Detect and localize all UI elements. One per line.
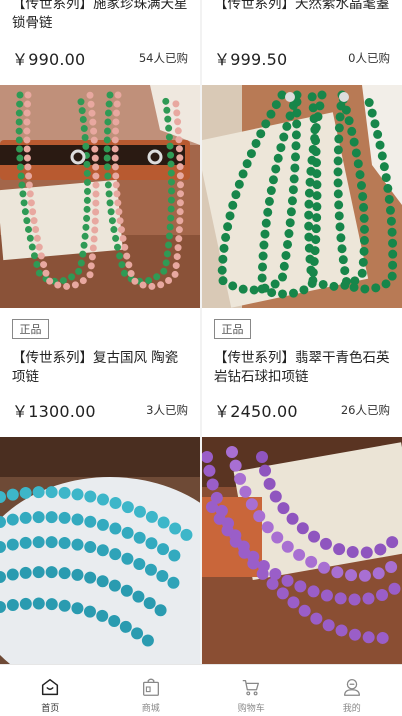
product-card[interactable]: 【传世系列】天然紫水晶耄耋 ￥999.50 0人已购 bbox=[202, 0, 402, 85]
product-title: 【传世系列】翡翠干青色石英岩钻石球扣项链 bbox=[214, 350, 390, 385]
tab-label: 我的 bbox=[342, 704, 361, 714]
product-title: 【传世系列】施家珍珠满天星锁骨链 bbox=[12, 0, 188, 31]
tab-cart[interactable]: 购物车 bbox=[201, 665, 302, 716]
sold-count: 54人已购 bbox=[138, 51, 188, 65]
sold-count: 3人已购 bbox=[146, 403, 188, 417]
amethyst-necklace-photo bbox=[202, 437, 402, 664]
product-card[interactable]: 正品 【传世系列】翡翠干青色石英岩钻石球扣项链 ￥2450.00 26人已购 bbox=[202, 308, 402, 437]
sold-count: 26人已购 bbox=[340, 403, 390, 417]
product-image[interactable] bbox=[202, 85, 402, 308]
tab-label: 商城 bbox=[141, 704, 160, 714]
tab-label: 购物车 bbox=[237, 704, 265, 714]
tab-label: 首页 bbox=[41, 704, 60, 714]
product-card[interactable]: 正品 【传世系列】复古国风 陶瓷项链 ￥1300.00 3人已购 bbox=[0, 308, 200, 437]
tab-home[interactable]: 首页 bbox=[0, 665, 101, 716]
product-price: ￥2450.00 bbox=[214, 402, 298, 421]
product-title: 【传世系列】天然紫水晶耄耋 bbox=[214, 0, 390, 12]
product-price: ￥990.00 bbox=[12, 50, 86, 69]
product-image[interactable] bbox=[202, 437, 402, 664]
home-icon bbox=[42, 678, 59, 696]
product-title: 【传世系列】复古国风 陶瓷项链 bbox=[12, 350, 179, 385]
product-price: ￥999.50 bbox=[214, 50, 288, 69]
bottom-tab-bar: 首页 商城 购物车 我的 bbox=[0, 664, 402, 716]
authentic-tag: 正品 bbox=[12, 319, 49, 339]
tab-shop[interactable]: 商城 bbox=[101, 665, 202, 716]
product-card[interactable]: 【传世系列】施家珍珠满天星锁骨链 ￥990.00 54人已购 bbox=[0, 0, 200, 85]
green-jade-necklace-photo bbox=[202, 85, 402, 308]
blue-bead-necklace-photo bbox=[0, 437, 200, 664]
product-price: ￥1300.00 bbox=[12, 402, 96, 421]
product-image[interactable] bbox=[0, 437, 200, 664]
sold-count: 0人已购 bbox=[348, 51, 390, 65]
profile-icon bbox=[343, 679, 360, 696]
shop-icon bbox=[142, 678, 159, 696]
product-image[interactable] bbox=[0, 85, 200, 308]
tab-profile[interactable]: 我的 bbox=[302, 665, 402, 716]
authentic-tag: 正品 bbox=[214, 319, 251, 339]
ceramic-bead-necklace-photo bbox=[0, 85, 200, 308]
cart-icon bbox=[243, 679, 260, 696]
